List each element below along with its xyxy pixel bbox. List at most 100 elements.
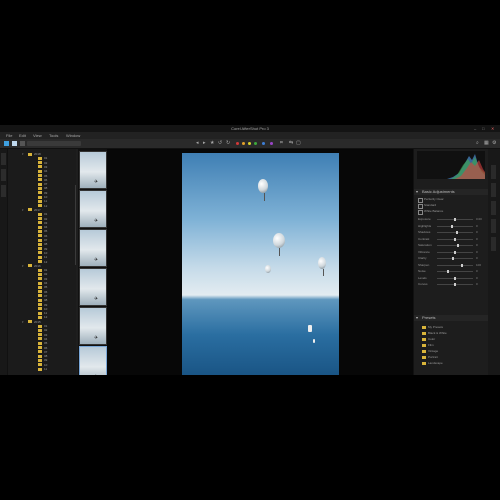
layout-icon[interactable]: ▦ — [484, 140, 489, 147]
path-field[interactable] — [27, 141, 81, 146]
slider-handle[interactable] — [447, 270, 450, 273]
adjustment-row: Levels 0 — [417, 276, 487, 281]
histogram-graph — [417, 154, 485, 179]
minimize-button[interactable]: – — [474, 126, 476, 131]
main-photo[interactable] — [182, 153, 339, 375]
preset-folder[interactable]: Portrait — [414, 355, 474, 359]
color-label-green[interactable] — [254, 142, 257, 145]
color-label-orange[interactable] — [242, 142, 245, 145]
thumbnail[interactable]: ✈ — [79, 268, 107, 306]
color-label-blue[interactable] — [262, 142, 265, 145]
folder-icon — [38, 277, 42, 281]
menu-window[interactable]: Window — [66, 132, 80, 139]
toolbar: ◂ ▸ ★ ↺ ↻ ⌗ ⇆ ▢ ⌕ ▦ ⚙ — [0, 139, 500, 149]
folder-scrollbar[interactable] — [75, 185, 76, 265]
folder-icon — [38, 204, 42, 208]
preset-label: Portrait — [428, 355, 438, 359]
single-view-button[interactable] — [12, 141, 17, 146]
thumbnail[interactable]: ✈ — [79, 190, 107, 228]
folder-icon — [38, 174, 42, 177]
folder-icon — [38, 242, 42, 246]
color-label-red[interactable] — [236, 142, 239, 145]
folder-icon — [38, 272, 42, 276]
tab-tone[interactable] — [491, 201, 496, 215]
filter-button[interactable] — [20, 141, 25, 146]
folder-icon — [38, 221, 42, 225]
preset-folder[interactable]: Black & White — [414, 331, 474, 335]
thumbnail[interactable]: ✈ — [79, 151, 107, 189]
preset-folder[interactable]: Vintage — [414, 349, 474, 353]
adjustment-toggle[interactable]: White Balance — [417, 209, 487, 215]
menu-view[interactable]: View — [33, 132, 42, 139]
slider-handle[interactable] — [452, 257, 455, 260]
preset-label: My Presets — [428, 325, 444, 329]
redo-icon[interactable]: ▸ — [203, 140, 206, 147]
rotate-left-icon[interactable]: ↺ — [218, 140, 222, 147]
close-button[interactable]: ✕ — [491, 126, 494, 131]
menu-file[interactable]: File — [6, 132, 12, 139]
slider-handle[interactable] — [454, 276, 456, 280]
slider-handle[interactable] — [450, 224, 453, 228]
thumbnail[interactable]: ✈ — [79, 229, 107, 267]
slider-handle[interactable] — [460, 263, 463, 267]
maximize-button[interactable]: □ — [482, 126, 484, 131]
toggle-label: Standard — [424, 203, 437, 207]
folder-tree: ▾ 2018 01 02 03 04 05 06 07 08 09 10 11 12 ▾ 2017 01 02 03… — [8, 149, 76, 375]
thumbnail[interactable]: ✈ — [79, 307, 107, 345]
thumbnail[interactable]: ✈ — [79, 346, 107, 375]
preset-folder[interactable]: Film — [414, 343, 474, 347]
folder-icon — [38, 225, 42, 229]
grid-view-button[interactable] — [4, 141, 9, 146]
slider-track[interactable] — [437, 245, 473, 246]
slider-handle[interactable] — [454, 283, 456, 286]
settings-icon[interactable]: ⚙ — [492, 140, 496, 147]
adjustment-toggle[interactable]: Standard — [417, 203, 487, 209]
slider-track[interactable] — [437, 271, 473, 272]
tab-detail[interactable] — [491, 219, 496, 233]
slider-track[interactable] — [437, 258, 473, 259]
color-label-yellow[interactable] — [248, 142, 251, 145]
tab-color[interactable] — [491, 183, 496, 197]
checkbox[interactable] — [418, 210, 423, 215]
adjustment-toggle[interactable]: Perfectly Clear — [417, 197, 487, 203]
slider-track[interactable] — [437, 264, 473, 266]
star-icon[interactable]: ★ — [210, 140, 214, 147]
adjustment-row: Saturation 0 — [417, 243, 487, 248]
menu-edit[interactable]: Edit — [19, 132, 26, 139]
balloon — [265, 265, 271, 273]
slider-track[interactable] — [437, 225, 473, 227]
rotate-right-icon[interactable]: ↻ — [226, 140, 230, 147]
toggle-label: Perfectly Clear — [424, 197, 444, 201]
zoom-icon[interactable]: ⌕ — [476, 140, 479, 147]
slider-handle[interactable] — [455, 231, 458, 234]
slider-label: Levels — [418, 275, 427, 280]
slider-handle[interactable] — [454, 218, 456, 221]
window-title: Corel AfterShot Pro 3 — [231, 126, 269, 131]
menu-tools[interactable]: Tools — [49, 132, 58, 139]
tab-file-system[interactable] — [1, 169, 6, 181]
folder-icon — [38, 229, 42, 233]
folder-icon — [38, 350, 42, 354]
folder-item[interactable]: 11 — [8, 367, 76, 371]
preset-folder[interactable]: Landscape — [414, 361, 474, 365]
presets-header[interactable]: ▾ Presets — [414, 315, 488, 321]
slider-handle[interactable] — [454, 250, 456, 254]
balloon — [318, 257, 326, 269]
fit-icon[interactable]: ▢ — [296, 140, 301, 147]
compare-icon[interactable]: ⇆ — [289, 140, 293, 147]
tab-metadata[interactable] — [1, 185, 6, 197]
adjustment-row: Exposure 0.00 — [417, 217, 487, 222]
basic-adjustments-header[interactable]: ▾ Basic Adjustments — [414, 189, 488, 195]
preset-folder[interactable]: My Presets — [414, 325, 474, 329]
preset-folder[interactable]: Color — [414, 337, 474, 341]
tab-library[interactable] — [1, 153, 6, 165]
color-label-purple[interactable] — [270, 142, 273, 145]
folder-icon — [422, 325, 426, 329]
tab-metadata[interactable] — [491, 237, 496, 251]
crop-icon[interactable]: ⌗ — [280, 140, 283, 147]
undo-icon[interactable]: ◂ — [196, 140, 199, 147]
bird-silhouette: ✈ — [94, 296, 99, 302]
tab-standard[interactable] — [491, 165, 496, 179]
slider-handle[interactable] — [457, 244, 460, 247]
slider-handle[interactable] — [454, 237, 456, 241]
